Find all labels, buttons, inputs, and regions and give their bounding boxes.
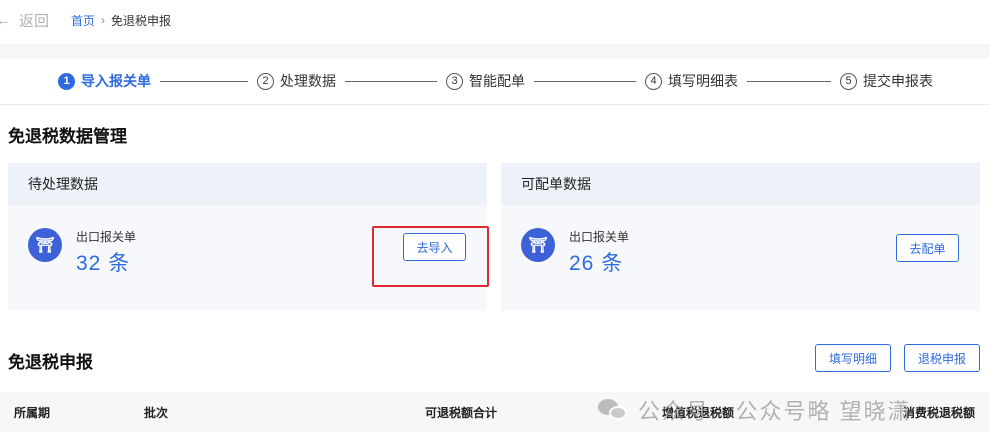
step-5-number: 5 [840,72,857,90]
column-header-refund-total: 可退税额合计 [425,405,498,420]
step-3-label: 智能配单 [469,73,525,89]
pending-item-label: 出口报关单 [76,230,137,244]
back-button[interactable]: ← 返回 [0,10,49,31]
wechat-icon [598,397,628,423]
step-2[interactable]: 2 处理数据 [257,71,336,91]
step-4[interactable]: 4 填写明细表 [645,71,738,91]
column-header-batch: 批次 [144,405,169,420]
step-1[interactable]: 1 导入报关单 [58,71,151,91]
column-header-period: 所属期 [14,405,51,420]
back-label: 返回 [19,12,50,30]
matchable-item-count: 26 条 [569,252,624,275]
matchable-card-header: 可配单数据 [501,163,980,205]
declare-section-title: 免退税申报 [8,353,93,372]
breadcrumb-current: 免退税申报 [111,13,172,28]
breadcrumb-home[interactable]: 首页 [71,12,95,29]
matchable-item-label: 出口报关单 [569,230,630,244]
step-connector [160,80,248,82]
data-section-title: 免退税数据管理 [8,127,127,146]
step-5-label: 提交申报表 [863,73,933,89]
pending-item-count: 32 条 [76,252,131,275]
breadcrumb: 首页 › 免退税申报 [71,12,171,29]
step-4-label: 填写明细表 [668,73,738,89]
step-connector [345,80,437,82]
customs-doc-icon: ⛩ [28,228,62,262]
step-3-number: 3 [446,72,463,90]
pending-card-header: 待处理数据 [8,163,487,205]
match-button[interactable]: 去配单 [896,234,959,262]
watermark-text: 公众号 · 公众号略 望晓潇 [638,399,912,424]
top-nav: ← 返回 首页 › 免退税申报 [0,0,990,40]
step-1-number: 1 [58,72,75,90]
breadcrumb-separator: › [101,13,106,27]
fill-detail-button[interactable]: 填写明细 [815,344,891,372]
step-2-number: 2 [257,72,274,90]
divider-band [0,44,990,58]
highlight-box [372,226,489,287]
step-progress: 1 导入报关单 2 处理数据 3 智能配单 4 填写明细表 5 提交申报表 [0,58,990,105]
step-5[interactable]: 5 提交申报表 [840,71,933,91]
step-1-label: 导入报关单 [81,73,151,89]
step-4-number: 4 [645,72,662,90]
back-arrow-icon: ← [0,11,11,29]
step-3[interactable]: 3 智能配单 [446,71,525,91]
step-2-label: 处理数据 [280,73,336,89]
step-connector [534,80,636,82]
column-header-consumption-refund: 消费税退税额 [903,405,976,420]
customs-doc-icon: ⛩ [521,228,555,262]
watermark: 公众号 · 公众号略 望晓潇 [598,392,912,428]
refund-declare-button[interactable]: 退税申报 [904,344,980,372]
step-connector [747,80,831,82]
